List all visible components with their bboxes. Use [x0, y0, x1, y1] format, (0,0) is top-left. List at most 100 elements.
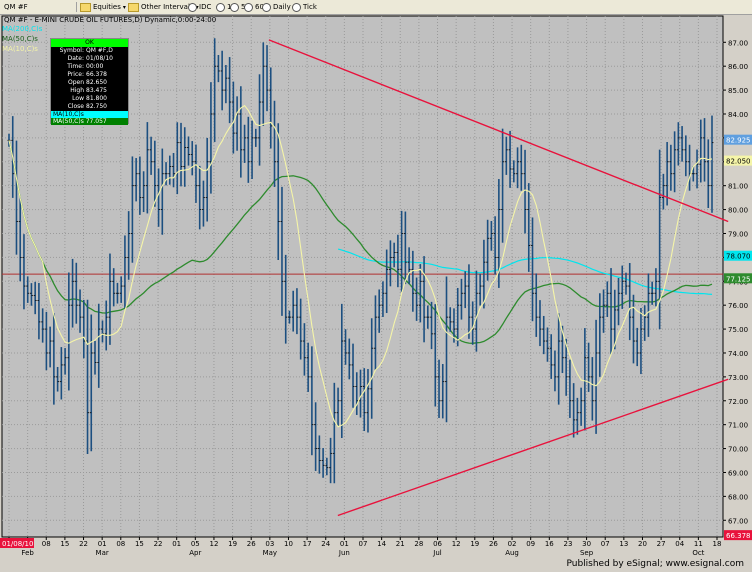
- data-window-key: Symbol:: [59, 47, 84, 54]
- legend-ma50: MA(50,C)s: [2, 35, 38, 43]
- data-window-ma50: MA(50,C)s 77.057: [51, 118, 128, 125]
- y-tick-label: 70.00: [728, 446, 748, 454]
- month-label: Jun: [338, 549, 350, 557]
- data-window-rows: Symbol: QM #F,D Date: 01/08/10 Time: 00:00 Pri…: [51, 47, 128, 111]
- legend-ma200: MA(200,C)s: [2, 25, 43, 33]
- data-window-value: 01/08/10: [86, 55, 113, 62]
- x-tick-label: 15: [135, 540, 144, 548]
- data-window-key: Open: [67, 79, 84, 86]
- x-tick-label: 07: [601, 540, 610, 548]
- data-window-key: High: [70, 87, 84, 94]
- x-tick-label: 19: [228, 540, 237, 548]
- y-tick-label: 80.00: [728, 207, 748, 215]
- x-tick-label: 26: [489, 540, 498, 548]
- data-window-key: Price:: [67, 71, 84, 78]
- data-window-value: 83.475: [86, 87, 107, 94]
- data-window-row: Close 82.750: [51, 103, 128, 111]
- data-window-row: High 83.475: [51, 87, 128, 95]
- x-tick-label: 28: [414, 540, 423, 548]
- data-window-key: Time:: [67, 63, 84, 70]
- x-tick-label: 07: [359, 540, 368, 548]
- data-window-key: Date:: [67, 55, 84, 62]
- x-tick-label: 01: [172, 540, 181, 548]
- x-tick-label: 22: [79, 540, 88, 548]
- y-tick-label: 87.00: [728, 39, 748, 47]
- date-box-label: 01/08/10: [2, 540, 33, 548]
- month-label: Feb: [21, 549, 34, 557]
- legend-ma10: MA(10,C)s: [2, 45, 38, 53]
- month-label: May: [263, 549, 277, 557]
- x-tick-label: 26: [247, 540, 256, 548]
- data-window-row: Open 82.650: [51, 79, 128, 87]
- x-tick-label: 12: [452, 540, 461, 548]
- month-label: Aug: [505, 549, 519, 557]
- x-tick-label: 02: [508, 540, 517, 548]
- y-tick-label: 76.00: [728, 302, 748, 310]
- x-tick-label: 01: [98, 540, 107, 548]
- y-tick-label: 81.00: [728, 183, 748, 191]
- price-label: 82.050: [726, 158, 751, 166]
- x-tick-label: 16: [545, 540, 554, 548]
- x-tick-label: 30: [582, 540, 591, 548]
- price-label: 78.070: [726, 253, 751, 261]
- x-tick-label: 23: [563, 540, 572, 548]
- x-tick-label: 14: [377, 540, 386, 548]
- month-label: Mar: [96, 549, 109, 557]
- x-tick-label: 27: [657, 540, 666, 548]
- x-tick-label: 20: [638, 540, 647, 548]
- data-window-header[interactable]: OK: [51, 39, 128, 47]
- month-label: Jul: [432, 549, 442, 557]
- data-window-value: QM #F,D: [86, 47, 113, 54]
- publisher-credit: Published by eSignal; www.esignal.com: [566, 559, 744, 569]
- price-label: 77.125: [726, 275, 751, 283]
- price-label: 66.378: [726, 532, 751, 540]
- x-tick-label: 18: [713, 540, 722, 548]
- price-label: 82.925: [726, 137, 751, 145]
- y-tick-label: 72.00: [728, 398, 748, 406]
- x-tick-label: 13: [619, 540, 628, 548]
- data-window-key: Close: [67, 103, 84, 110]
- data-window-row: Low 81.800: [51, 95, 128, 103]
- x-tick-label: 09: [526, 540, 535, 548]
- data-window-key: Low: [72, 95, 84, 102]
- y-tick-label: 74.00: [728, 350, 748, 358]
- data-window-value: 82.650: [86, 79, 107, 86]
- x-tick-label: 12: [209, 540, 218, 548]
- data-window: OK Symbol: QM #F,D Date: 01/08/10 Time: 00:00…: [50, 38, 129, 125]
- y-tick-label: 68.00: [728, 493, 748, 501]
- y-tick-label: 84.00: [728, 111, 748, 119]
- x-tick-label: 19: [470, 540, 479, 548]
- x-tick-label: 24: [321, 540, 330, 548]
- data-window-row: Symbol: QM #F,D: [51, 47, 128, 55]
- x-tick-label: 01: [340, 540, 349, 548]
- x-tick-label: 08: [116, 540, 125, 548]
- x-tick-label: 10: [284, 540, 293, 548]
- footer: Published by eSignal; www.esignal.com: [0, 557, 752, 572]
- y-tick-label: 73.00: [728, 374, 748, 382]
- y-tick-label: 79.00: [728, 230, 748, 238]
- data-window-value: 00:00: [86, 63, 104, 70]
- x-tick-label: 21: [396, 540, 405, 548]
- data-window-value: 66.378: [86, 71, 107, 78]
- chart-title: QM #F - E-MINI CRUDE OIL FUTURES,D) Dyna…: [4, 16, 217, 24]
- y-tick-label: 85.00: [728, 87, 748, 95]
- month-label: Oct: [692, 549, 704, 557]
- month-label: Sep: [580, 549, 594, 557]
- data-window-row: Time: 00:00: [51, 63, 128, 71]
- y-tick-label: 69.00: [728, 469, 748, 477]
- x-tick-label: 03: [265, 540, 274, 548]
- data-window-row: Date: 01/08/10: [51, 55, 128, 63]
- x-tick-label: 08: [42, 540, 51, 548]
- x-tick-label: 22: [154, 540, 163, 548]
- x-tick-label: 04: [675, 540, 684, 548]
- x-tick-label: 05: [191, 540, 200, 548]
- x-tick-label: 17: [303, 540, 312, 548]
- data-window-value: 81.800: [86, 95, 107, 102]
- x-tick-label: 15: [60, 540, 69, 548]
- x-tick-label: 06: [433, 540, 442, 548]
- month-label: Apr: [189, 549, 201, 557]
- x-tick-label: 11: [694, 540, 703, 548]
- data-window-row: Price: 66.378: [51, 71, 128, 79]
- data-window-ma10: MA(10,C)s: [51, 111, 128, 118]
- y-tick-label: 67.00: [728, 517, 748, 525]
